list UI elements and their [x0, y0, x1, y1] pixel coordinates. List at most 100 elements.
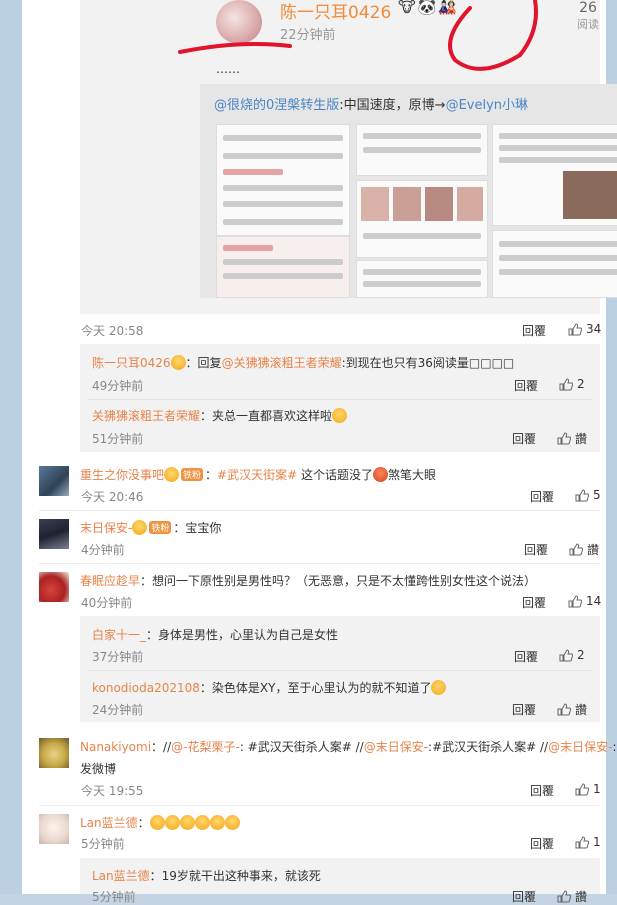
comment-c9-name[interactable]: Lan蓝兰德: [80, 816, 138, 830]
crying-emoji-icon: [164, 815, 180, 830]
thumb-screenshot-4[interactable]: [356, 260, 488, 298]
post-like-count: 34: [586, 322, 602, 336]
repost-middle: :中国速度，原博→: [339, 98, 446, 113]
crying-emoji-icon: [224, 815, 240, 830]
comment-c1-like[interactable]: 2: [559, 377, 585, 391]
comment-c8-reply[interactable]: 回覆: [530, 782, 554, 799]
comment-c8-time: 今天 19:55: [81, 784, 144, 798]
thumb-screenshot-1[interactable]: [216, 124, 350, 236]
comment-c5-like[interactable]: 14: [568, 594, 601, 608]
comment-c8-mention-1[interactable]: @-花梨栗子-: [171, 740, 240, 754]
comment-c6-like[interactable]: 2: [559, 648, 585, 662]
repost-link[interactable]: @Evelyn小琳: [446, 98, 528, 113]
comment-c9-like[interactable]: 1: [575, 835, 601, 849]
crying-emoji-icon: [179, 815, 195, 830]
comment-c2-name[interactable]: 关狒狒滚粗王者荣耀: [92, 409, 200, 423]
comment-c1-text: 陈一只耳0426 ：回复@关狒狒滚粗王者荣耀:到现在也只有36阅读量□□□□: [92, 355, 515, 370]
comment-c10-text: Lan蓝兰德：19岁就干出这种事来，就该死: [92, 869, 321, 883]
comment-c6-text: 白家十一_：身体是男性，心里认为自己是女性: [92, 628, 339, 642]
thumb-up-icon: [568, 322, 582, 335]
comment-c4-avatar[interactable]: [39, 519, 69, 549]
comment-c8-mention-3[interactable]: @末日保安-: [548, 740, 612, 754]
comment-c1-name[interactable]: 陈一只耳0426: [92, 356, 171, 370]
comment-c8-mention-2[interactable]: @末日保安-: [364, 740, 428, 754]
repost-box[interactable]: @很烧的0涅槃转生版:中国速度，原博→@Evelyn小琳: [200, 84, 617, 298]
comment-divider: [39, 563, 600, 564]
repost-mention[interactable]: @很烧的0涅槃转生版: [214, 98, 339, 113]
comment-c7-like[interactable]: 讚: [557, 701, 587, 718]
crying-emoji-icon: [209, 815, 225, 830]
crying-emoji-icon: [149, 815, 165, 830]
thumb-up-icon: [569, 543, 583, 556]
left-background: [0, 0, 22, 894]
surprised-emoji-icon: [332, 408, 348, 423]
comment-c2-time: 51分钟前: [92, 432, 144, 446]
thumb-up-icon: [557, 890, 571, 903]
comment-c4-time: 4分钟前: [81, 543, 125, 557]
comment-c5-reply[interactable]: 回覆: [522, 594, 546, 611]
comment-c3-like[interactable]: 5: [575, 488, 601, 502]
comment-c3-topic[interactable]: #武汉天街案#: [217, 468, 297, 482]
comment-c3-time: 今天 20:46: [81, 490, 144, 504]
comment-c6-name[interactable]: 白家十一_: [92, 628, 146, 642]
comment-c9-avatar[interactable]: [39, 814, 69, 844]
comment-c5-name[interactable]: 春眠应趁早: [80, 574, 140, 588]
thumb-screenshot-5[interactable]: [492, 124, 617, 226]
comment-c9-reply[interactable]: 回覆: [530, 835, 554, 852]
comment-divider: [39, 510, 600, 511]
fan-badge: 铁粉: [181, 468, 204, 481]
comment-c10-reply[interactable]: 回覆: [512, 888, 536, 905]
comment-c4-name[interactable]: 末日保安-: [80, 521, 132, 535]
comment-c2-like[interactable]: 讚: [557, 430, 587, 447]
comment-c2-text: 关狒狒滚粗王者荣耀：夹总一直都喜欢这样啦: [92, 407, 348, 424]
comment-c5-time: 40分钟前: [81, 596, 133, 610]
comment-c3-avatar[interactable]: [39, 466, 69, 496]
comment-c8-line1: Nanakiyomi：//@-花梨栗子-: #武汉天街杀人案# //@末日保安-…: [80, 740, 617, 754]
post-like-button[interactable]: 34: [568, 322, 601, 336]
crying-emoji-icon: [194, 815, 210, 830]
cow-emoji-icon: [164, 467, 180, 482]
comment-c6-reply[interactable]: 回覆: [514, 648, 538, 665]
thumb-up-icon: [568, 594, 582, 607]
quoted-post: 陈一只耳0426 🐮🐼🎎 22分钟前 26 阅读 …… @很烧的0涅槃转生版:中…: [80, 0, 617, 314]
thumb-screenshot-6[interactable]: [492, 230, 617, 298]
comment-c4-text: 末日保安- 铁粉 ：宝宝你: [80, 520, 222, 535]
thumb-up-icon: [575, 835, 589, 848]
thumb-up-icon: [575, 488, 589, 501]
thumb-up-icon: [559, 648, 573, 661]
comment-c5-text: 春眠应趁早：想问一下原性别是男性吗？（无恶意，只是不太懂跨性别女性这个说法）: [80, 574, 537, 588]
comment-c10-like[interactable]: 讚: [557, 888, 587, 905]
comment-c8-like[interactable]: 1: [575, 782, 601, 796]
comment-c7-name[interactable]: konodioda202108: [92, 681, 200, 695]
comment-c7-text: konodioda202108：染色体是XY，至于心里认为的就不知道了: [92, 679, 447, 696]
thumb-up-icon: [559, 377, 573, 390]
thumb-screenshot-2[interactable]: [216, 236, 350, 298]
laughing-emoji-icon: [431, 680, 447, 695]
angry-emoji-icon: [373, 467, 388, 482]
comment-c10-name[interactable]: Lan蓝兰德: [92, 869, 150, 883]
comment-c3-name[interactable]: 重生之你没事吧: [80, 468, 164, 482]
comment-c9-text: Lan蓝兰德：: [80, 814, 240, 831]
red-annotation: [178, 0, 538, 71]
thumb-photos[interactable]: [356, 180, 488, 258]
thumb-up-icon: [575, 782, 589, 795]
comment-c8-name[interactable]: Nanakiyomi: [80, 740, 151, 754]
comment-c1-mention[interactable]: @关狒狒滚粗王者荣耀: [222, 356, 342, 370]
comment-c4-reply[interactable]: 回覆: [524, 541, 548, 558]
comment-c1-reply[interactable]: 回覆: [514, 377, 538, 394]
repost-text: @很烧的0涅槃转生版:中国速度，原博→@Evelyn小琳: [214, 94, 528, 113]
comment-c2-reply[interactable]: 回覆: [512, 430, 536, 447]
post-posted-time: 今天 20:58: [81, 324, 144, 338]
comment-c5-avatar[interactable]: [39, 572, 69, 602]
cow-emoji-icon: [170, 355, 186, 370]
comment-c3-reply[interactable]: 回覆: [530, 488, 554, 505]
thumb-screenshot-3[interactable]: [356, 124, 488, 176]
comment-c7-reply[interactable]: 回覆: [512, 701, 536, 718]
thumb-up-icon: [557, 703, 571, 716]
comment-c9-time: 5分钟前: [81, 837, 125, 851]
comment-c1-time: 49分钟前: [92, 379, 144, 393]
post-reply-button[interactable]: 回覆: [522, 322, 546, 339]
comment-c8-avatar[interactable]: [39, 738, 69, 768]
comment-c6-time: 37分钟前: [92, 650, 144, 664]
comment-c4-like[interactable]: 讚: [569, 541, 599, 558]
